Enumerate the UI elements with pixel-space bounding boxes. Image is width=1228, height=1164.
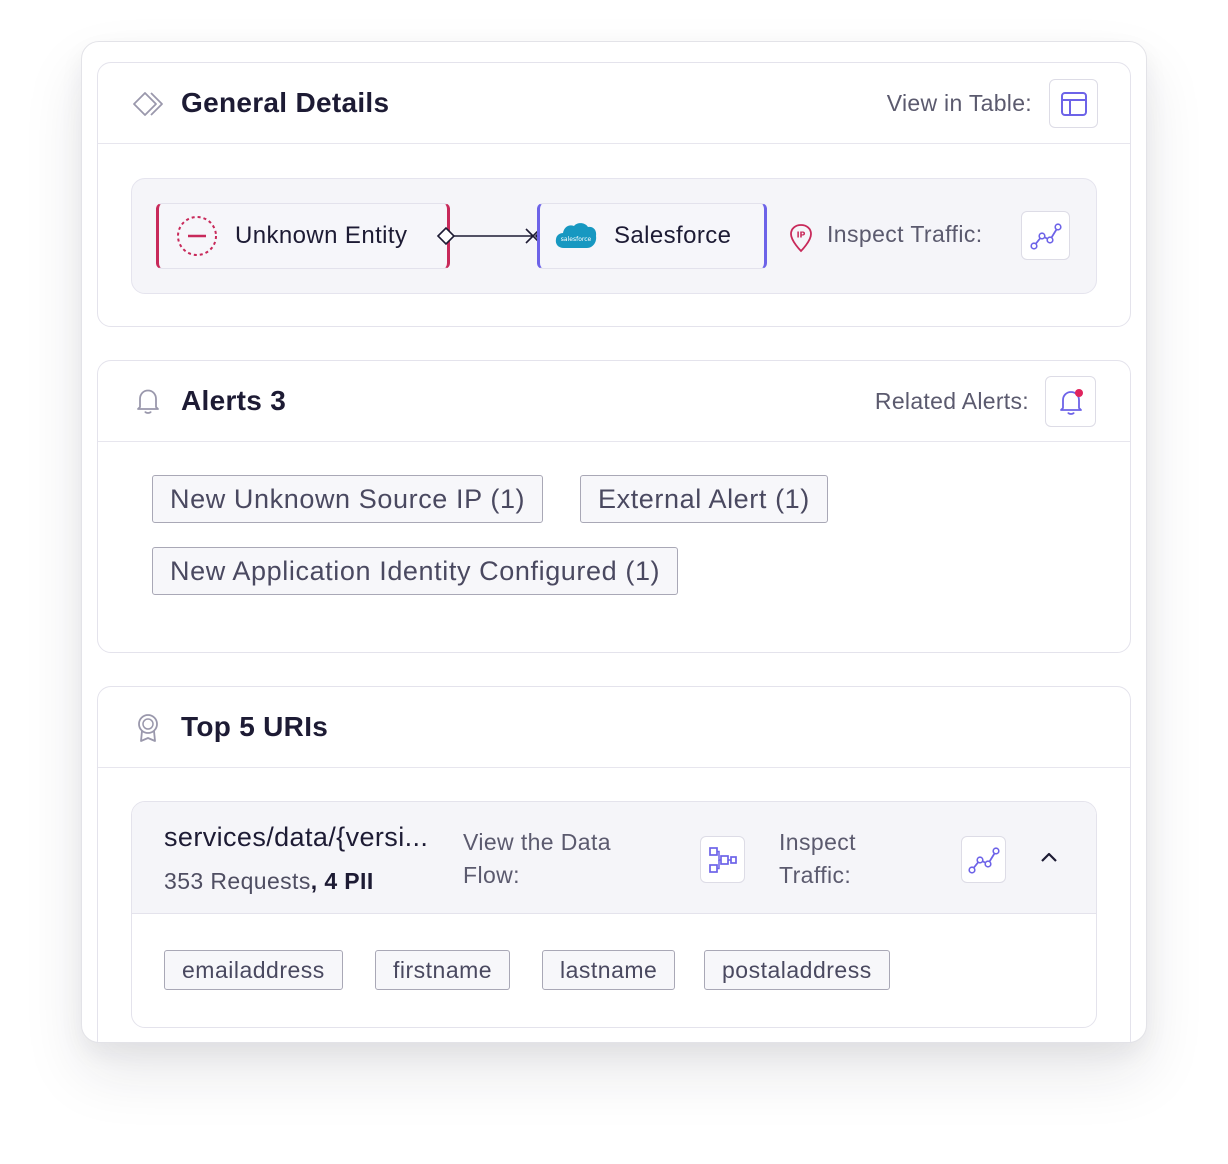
general-details-title: General Details [181, 87, 390, 118]
unknown-entity-icon [177, 216, 217, 256]
award-ribbon-icon [138, 714, 158, 742]
entity-details-panel: General Details View in Table: Unknown E… [81, 41, 1147, 1043]
related-alerts-button[interactable] [1045, 376, 1096, 427]
table-icon [1060, 91, 1087, 116]
pii-field-tag: firstname [375, 950, 511, 990]
source-entity-node[interactable]: Unknown Entity [156, 203, 450, 269]
alerts-header: Alerts 3 Related Alerts: [98, 361, 1130, 442]
pii-field-tag: lastname [542, 950, 676, 990]
diamond-link-icon [133, 92, 163, 116]
pii-field-tag: postaladdress [704, 950, 890, 990]
data-flow-icon [708, 846, 737, 873]
destination-entity-node[interactable]: salesforce Salesforce [537, 203, 767, 269]
uri-item-header[interactable]: services/data/{versi... 353 Requests, 4 … [132, 802, 1096, 914]
svg-text:salesforce: salesforce [561, 236, 592, 243]
top-uris-title: Top 5 URIs [181, 711, 329, 742]
uri-stats-separator: , [310, 868, 318, 894]
inspect-traffic-button[interactable] [1021, 211, 1070, 260]
bell-notification-icon [1059, 388, 1083, 415]
view-in-table-button[interactable] [1049, 79, 1098, 128]
alerts-title-text: Alerts [181, 385, 263, 416]
view-data-flow-button[interactable] [700, 836, 745, 883]
uri-request-count: 353 Requests [164, 868, 311, 894]
view-data-flow-label: View the Data Flow: [463, 829, 611, 888]
top-uris-header: Top 5 URIs [98, 687, 1130, 768]
svg-text:IP: IP [797, 231, 806, 240]
flow-connector [436, 226, 552, 246]
uri-item: services/data/{versi... 353 Requests, 4 … [131, 801, 1097, 1028]
bell-icon [137, 389, 159, 414]
general-details-card: General Details View in Table: Unknown E… [97, 62, 1131, 327]
traffic-graph-icon [1029, 222, 1062, 250]
related-alerts-label: Related Alerts: [874, 388, 1029, 414]
uri-pii-count: 4 PII [324, 868, 374, 894]
uri-inspect-traffic-button[interactable] [961, 836, 1006, 883]
ip-location-icon: IP [790, 224, 812, 253]
top-uris-card: Top 5 URIs services/data/{versi... 353 R… [97, 686, 1131, 1042]
source-entity-label: Unknown Entity [235, 222, 408, 249]
alerts-title: Alerts 3 [181, 385, 286, 417]
alerts-count: 3 [270, 385, 287, 416]
general-details-header: General Details View in Table: [98, 63, 1130, 144]
traffic-graph-icon [967, 846, 1000, 874]
destination-entity-label: Salesforce [614, 222, 732, 249]
alert-tag[interactable]: New Unknown Source IP (1) [152, 475, 544, 523]
salesforce-cloud-icon: salesforce [555, 223, 597, 248]
pii-field-tag: emailaddress [164, 950, 343, 990]
alerts-card: Alerts 3 Related Alerts: New Unknown Sou… [97, 360, 1131, 653]
view-in-table-label: View in Table: [886, 90, 1032, 116]
uri-path: services/data/{versi... [164, 822, 429, 852]
chevron-up-icon[interactable] [1038, 849, 1060, 865]
entity-flow: Unknown Entity salesforce Salesforce IP [131, 178, 1097, 294]
uri-inspect-traffic-label: Inspect Traffic: [779, 829, 856, 888]
alert-tag[interactable]: External Alert (1) [580, 475, 828, 523]
uri-stats: 353 Requests, 4 PII [164, 868, 374, 895]
alert-tag[interactable]: New Application Identity Configured (1) [152, 547, 679, 595]
inspect-traffic-label: Inspect Traffic: [827, 221, 983, 247]
